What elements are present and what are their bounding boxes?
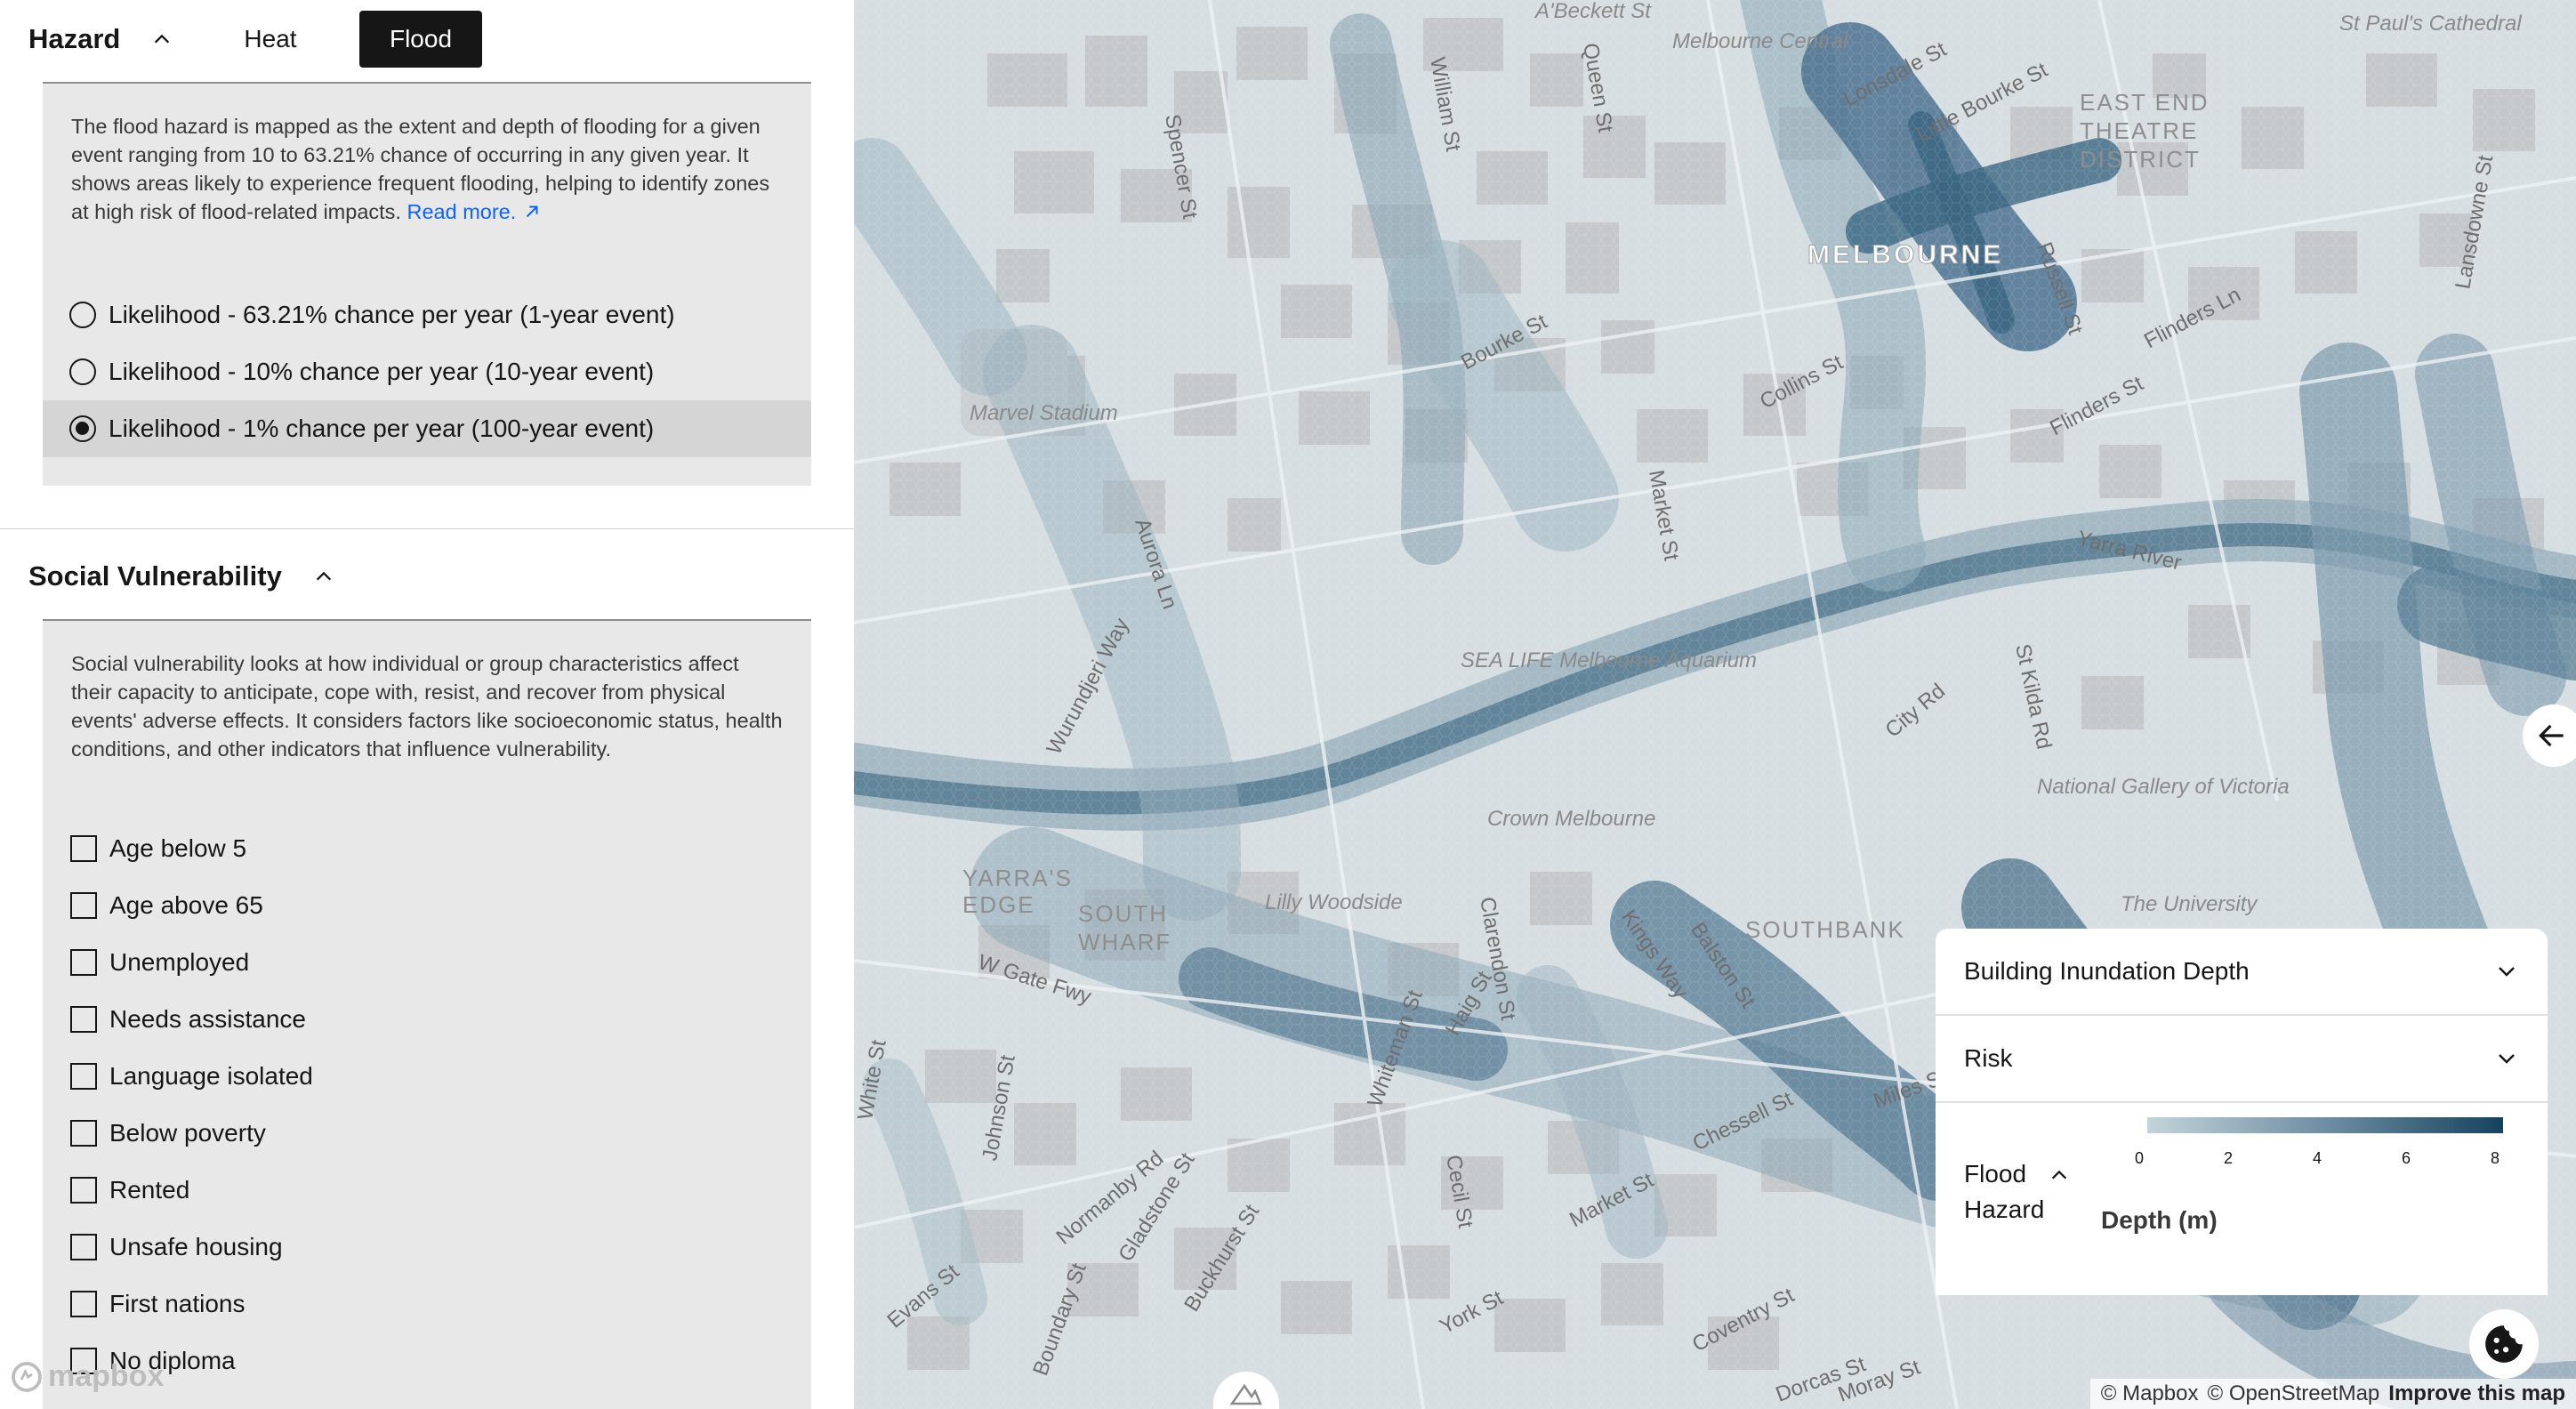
legend-tick: 0 xyxy=(2135,1149,2145,1167)
tab-flood[interactable]: Flood xyxy=(359,11,482,68)
checkbox-label: First nations xyxy=(109,1290,246,1317)
radio-likelihood-10yr[interactable]: Likelihood - 10% chance per year (10-yea… xyxy=(43,343,811,400)
radio-label: Likelihood - 10% chance per year (10-yea… xyxy=(109,358,655,385)
checkbox[interactable] xyxy=(70,1006,97,1033)
mapbox-logo[interactable]: mapbox xyxy=(11,1359,164,1394)
district-label: WHARF xyxy=(1078,929,1171,955)
hazard-description: The flood hazard is mapped as the extent… xyxy=(43,112,811,226)
section-divider xyxy=(0,528,854,529)
place-label: Lilly Woodside xyxy=(1265,890,1403,914)
checkbox-age-below-5[interactable]: Age below 5 xyxy=(43,820,811,877)
district-label: YARRA'S xyxy=(962,865,1073,891)
legend-tick: 2 xyxy=(2224,1149,2234,1167)
osm-attribution-link[interactable]: © OpenStreetMap xyxy=(2208,1381,2380,1406)
place-label: Crown Melbourne xyxy=(1487,807,1655,831)
mapbox-icon xyxy=(12,1361,42,1392)
legend-row-label: Building Inundation Depth xyxy=(1964,957,2250,985)
checkbox-label: Age above 65 xyxy=(109,891,263,919)
legend-tick: 8 xyxy=(2491,1149,2500,1167)
district-label: DISTRICT xyxy=(2080,146,2201,173)
district-label: SOUTHBANK xyxy=(1745,916,1905,943)
checkbox-unemployed[interactable]: Unemployed xyxy=(43,934,811,991)
checkbox[interactable] xyxy=(70,892,97,919)
place-label: Marvel Stadium xyxy=(970,401,1118,425)
tab-heat[interactable]: Heat xyxy=(221,11,320,68)
legend-row-label: Risk xyxy=(1964,1044,2013,1072)
place-label: The University xyxy=(2121,892,2258,916)
radio-likelihood-100yr[interactable]: Likelihood - 1% chance per year (100-yea… xyxy=(43,400,811,457)
legend-color-ramp xyxy=(2147,1117,2503,1133)
checkbox-label: Rented xyxy=(109,1176,190,1204)
district-label: SOUTH xyxy=(1078,900,1168,927)
legend-unit: Depth (m) xyxy=(2101,1206,2218,1234)
checkbox-label: Age below 5 xyxy=(109,834,247,862)
map-legend: Building Inundation Depth Risk Flood Haz… xyxy=(1936,929,2548,1295)
checkbox[interactable] xyxy=(70,949,97,976)
read-more-text: Read more. xyxy=(407,200,517,223)
checkbox-age-above-65[interactable]: Age above 65 xyxy=(43,877,811,934)
checkbox[interactable] xyxy=(70,1120,97,1147)
mapbox-attribution-link[interactable]: © Mapbox xyxy=(2101,1381,2199,1406)
checkbox-label: Needs assistance xyxy=(109,1005,307,1033)
place-label: National Gallery of Victoria xyxy=(2037,775,2290,799)
chevron-down-icon[interactable] xyxy=(2496,1048,2517,1069)
place-label: St Paul's Cathedral xyxy=(2339,12,2522,36)
checkbox-unsafe-housing[interactable]: Unsafe housing xyxy=(43,1219,811,1276)
radio-button[interactable] xyxy=(69,358,96,385)
hazard-title: Hazard xyxy=(28,23,121,54)
social-title: Social Vulnerability xyxy=(28,560,282,592)
district-label: EAST END xyxy=(2080,89,2210,116)
legend-tick: 4 xyxy=(2313,1149,2322,1167)
compass-icon xyxy=(1229,1383,1262,1405)
checkbox[interactable] xyxy=(70,1177,97,1204)
chevron-up-icon[interactable] xyxy=(314,567,334,586)
radio-label: Likelihood - 1% chance per year (100-yea… xyxy=(109,415,655,442)
place-label: SEA LIFE Melbourne Aquarium xyxy=(1461,648,1757,672)
checkbox-label: Below poverty xyxy=(109,1119,266,1147)
place-label: Melbourne Central xyxy=(1672,29,1848,53)
radio-button[interactable] xyxy=(69,302,96,328)
checkbox-language-isolated[interactable]: Language isolated xyxy=(43,1048,811,1105)
checkbox[interactable] xyxy=(70,835,97,862)
checkbox-rented[interactable]: Rented xyxy=(43,1162,811,1219)
checkbox-label: Language isolated xyxy=(109,1062,313,1090)
legend-tick: 6 xyxy=(2402,1149,2411,1167)
social-body: Social vulnerability looks at how indivi… xyxy=(43,621,811,1409)
chevron-up-icon[interactable] xyxy=(2049,1165,2069,1185)
legend-divider xyxy=(1936,1101,2548,1103)
improve-map-link[interactable]: Improve this map xyxy=(2388,1381,2565,1406)
radio-button[interactable] xyxy=(69,415,96,442)
chevron-down-icon[interactable] xyxy=(2496,961,2517,982)
district-label: THEATRE xyxy=(2080,117,2198,144)
cookie-settings-button[interactable] xyxy=(2469,1309,2539,1379)
checkbox-needs-assistance[interactable]: Needs assistance xyxy=(43,991,811,1048)
checkbox-below-poverty[interactable]: Below poverty xyxy=(43,1105,811,1162)
hazard-body: The flood hazard is mapped as the extent… xyxy=(43,84,811,486)
checkbox-label: Unemployed xyxy=(109,948,250,976)
checkbox[interactable] xyxy=(70,1291,97,1317)
legend-building-inundation[interactable]: Building Inundation Depth xyxy=(1936,929,2548,1014)
read-more-link[interactable]: Read more. xyxy=(407,200,541,223)
checkbox-label: Unsafe housing xyxy=(109,1233,283,1260)
legend-flood-hazard-label[interactable]: Flood Hazard xyxy=(1964,1156,2044,1228)
checkbox[interactable] xyxy=(70,1063,97,1090)
legend-risk[interactable]: Risk xyxy=(1936,1016,2548,1101)
radio-likelihood-1yr[interactable]: Likelihood - 63.21% chance per year (1-y… xyxy=(43,286,811,343)
checkbox[interactable] xyxy=(70,1234,97,1260)
checkbox-first-nations[interactable]: First nations xyxy=(43,1276,811,1333)
mapbox-wordmark: mapbox xyxy=(48,1359,165,1393)
map-attribution: © Mapbox © OpenStreetMap Improve this ma… xyxy=(2089,1379,2576,1409)
city-label: MELBOURNE xyxy=(1807,240,2003,270)
external-link-icon xyxy=(526,205,538,218)
place-label: A'Beckett St xyxy=(1534,0,1652,23)
cookie-icon xyxy=(2485,1325,2523,1363)
radio-label: Likelihood - 63.21% chance per year (1-y… xyxy=(109,301,675,328)
district-label: EDGE xyxy=(962,891,1035,918)
arrow-left-icon xyxy=(2539,724,2564,747)
layer-panel: Hazard Heat Flood The flood hazard is ma… xyxy=(0,0,854,1409)
social-header[interactable]: Social Vulnerability xyxy=(0,552,854,601)
social-description: Social vulnerability looks at how indivi… xyxy=(71,652,783,761)
chevron-up-icon[interactable] xyxy=(152,29,172,49)
